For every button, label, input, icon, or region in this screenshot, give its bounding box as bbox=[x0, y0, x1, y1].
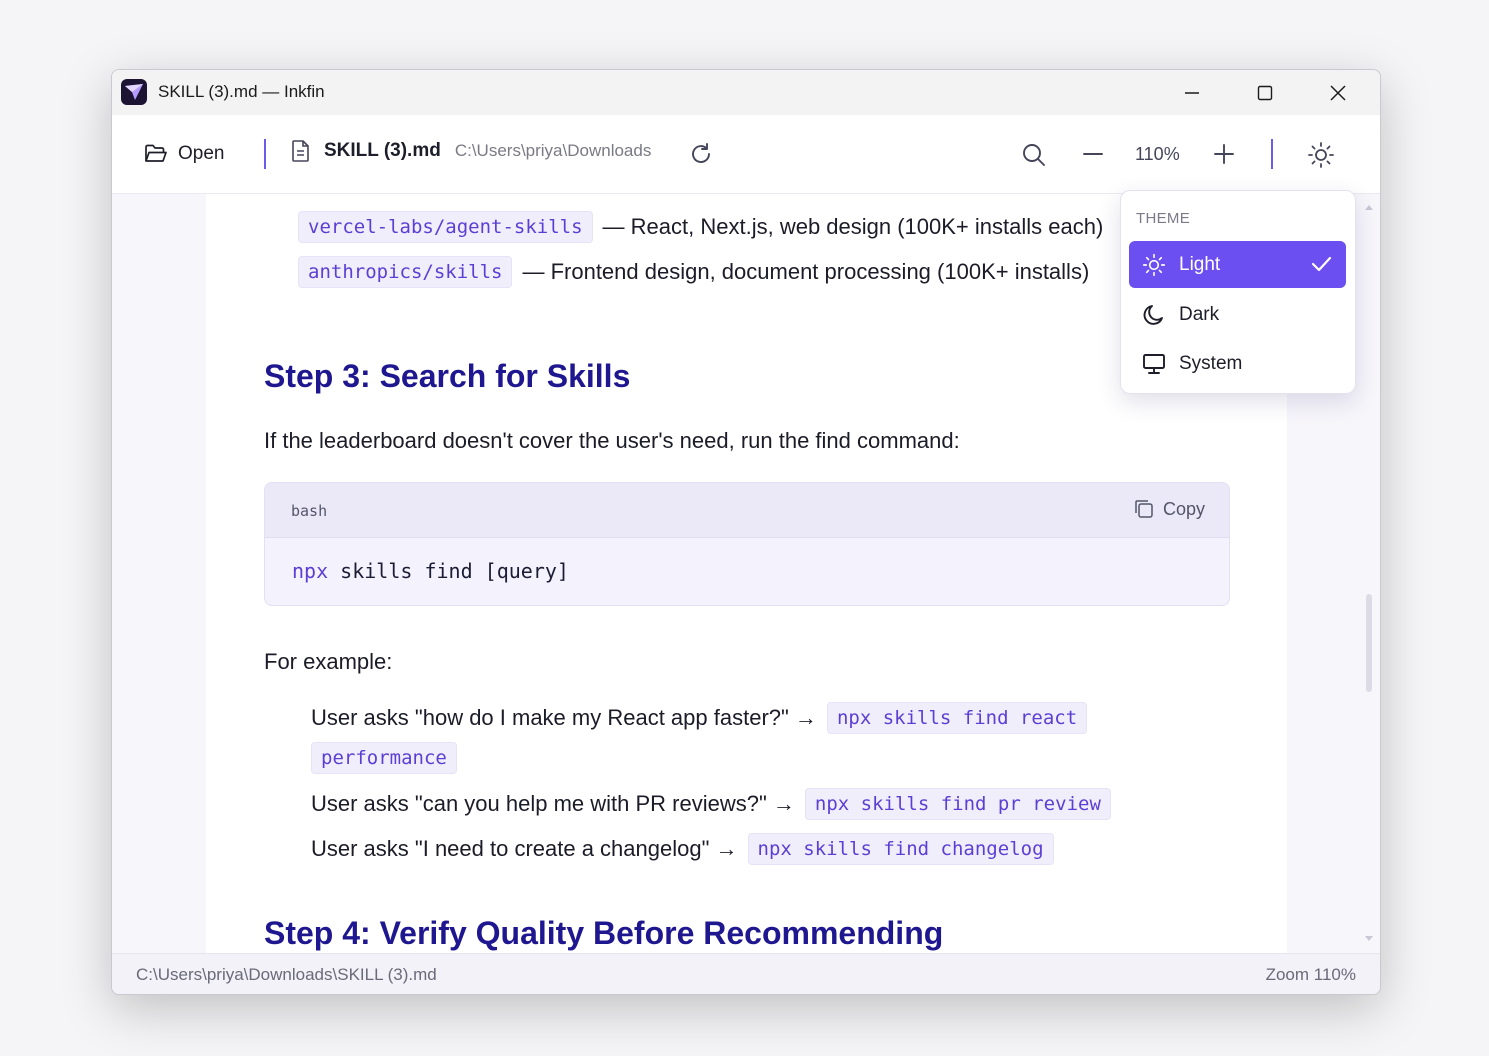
maximize-button[interactable] bbox=[1229, 70, 1301, 115]
inline-code: npx skills find react bbox=[826, 702, 1088, 734]
theme-option-label: Light bbox=[1179, 253, 1221, 275]
scroll-up-arrow[interactable] bbox=[1364, 198, 1374, 216]
maximize-icon bbox=[1257, 85, 1273, 100]
copy-icon bbox=[1135, 500, 1153, 518]
copy-button[interactable]: Copy bbox=[1133, 498, 1205, 520]
list-item-text: — Frontend design, document processing (… bbox=[522, 259, 1090, 284]
code-block-header: bash Copy bbox=[265, 483, 1229, 538]
check-icon bbox=[1311, 256, 1332, 272]
paragraph: For example: bbox=[264, 649, 393, 674]
triangle-down-icon bbox=[1365, 936, 1373, 941]
inline-code: vercel-labs/agent-skills bbox=[298, 211, 593, 243]
app-window: SKILL (3).md — Inkfin Open SKILL (3).md … bbox=[111, 69, 1381, 995]
folder-open-icon bbox=[145, 144, 167, 162]
list-item: User asks "can you help me with PR revie… bbox=[311, 788, 1111, 820]
zoom-in-button[interactable] bbox=[1212, 142, 1236, 166]
document-name: SKILL (3).md bbox=[324, 140, 441, 161]
moon-icon bbox=[1141, 302, 1167, 328]
list-item: User asks "how do I make my React app fa… bbox=[311, 702, 1088, 734]
title-bar: SKILL (3).md — Inkfin bbox=[112, 70, 1380, 115]
paragraph: If the leaderboard doesn't cover the use… bbox=[264, 428, 960, 453]
theme-option-light[interactable]: Light bbox=[1129, 241, 1346, 288]
toolbar-divider bbox=[264, 139, 266, 169]
zoom-level: 110% bbox=[1135, 144, 1180, 164]
window-title: SKILL (3).md — Inkfin bbox=[158, 82, 325, 101]
toolbar-divider bbox=[1271, 139, 1273, 169]
theme-menu: THEME Light Dark System bbox=[1120, 190, 1356, 394]
minimize-icon bbox=[1185, 91, 1199, 94]
plus-icon bbox=[1214, 144, 1234, 164]
toolbar: Open SKILL (3).md C:\Users\priya\Downloa… bbox=[112, 115, 1380, 194]
search-icon bbox=[1023, 144, 1045, 166]
theme-option-system[interactable]: System bbox=[1129, 340, 1346, 387]
inline-code: npx skills find pr review bbox=[804, 788, 1111, 820]
triangle-up-icon bbox=[1365, 205, 1373, 210]
zoom-out-button[interactable] bbox=[1081, 142, 1105, 166]
status-bar: C:\Users\priya\Downloads\SKILL (3).md Zo… bbox=[112, 953, 1380, 994]
inline-code: npx skills find changelog bbox=[747, 833, 1054, 865]
open-button[interactable]: Open bbox=[144, 138, 224, 170]
sun-icon bbox=[1141, 252, 1167, 278]
reload-icon bbox=[692, 143, 710, 163]
document-path: C:\Users\priya\Downloads bbox=[454, 141, 652, 160]
scrollbar-thumb[interactable] bbox=[1366, 594, 1372, 692]
copy-label: Copy bbox=[1162, 498, 1205, 519]
section-heading: Step 3: Search for Skills bbox=[264, 358, 631, 394]
list-item: anthropics/skills — Frontend design, doc… bbox=[298, 256, 1089, 288]
close-icon bbox=[1330, 84, 1346, 101]
status-zoom: Zoom 110% bbox=[1265, 965, 1356, 984]
list-item: vercel-labs/agent-skills — React, Next.j… bbox=[298, 211, 1103, 243]
code-content: npx skills find [query] bbox=[292, 559, 569, 583]
minimize-button[interactable] bbox=[1156, 70, 1228, 115]
minus-icon bbox=[1083, 153, 1103, 155]
sun-icon bbox=[1308, 142, 1334, 168]
list-item-text: User asks "can you help me with PR revie… bbox=[311, 791, 795, 816]
list-item: User asks "I need to create a changelog"… bbox=[311, 833, 1054, 865]
document-info: SKILL (3).md C:\Users\priya\Downloads bbox=[290, 139, 651, 163]
code-block: bash Copy npx skills find [query] bbox=[264, 482, 1230, 606]
inline-code: anthropics/skills bbox=[298, 256, 513, 288]
status-file-path: C:\Users\priya\Downloads\SKILL (3).md bbox=[136, 965, 437, 984]
code-args: skills find [query] bbox=[328, 559, 569, 583]
code-command: npx bbox=[292, 559, 329, 583]
search-button[interactable] bbox=[1021, 142, 1047, 168]
theme-menu-header: THEME bbox=[1136, 210, 1190, 227]
section-heading: Step 4: Verify Quality Before Recommendi… bbox=[264, 915, 944, 951]
document-icon bbox=[292, 140, 309, 162]
scroll-down-arrow[interactable] bbox=[1364, 930, 1374, 948]
code-language: bash bbox=[291, 502, 328, 520]
reload-button[interactable] bbox=[688, 141, 714, 167]
list-item-text: — React, Next.js, web design (100K+ inst… bbox=[602, 214, 1104, 239]
theme-option-label: System bbox=[1179, 352, 1243, 374]
theme-option-label: Dark bbox=[1179, 303, 1220, 325]
theme-option-dark[interactable]: Dark bbox=[1129, 291, 1346, 338]
inline-code: performance bbox=[311, 742, 457, 774]
monitor-icon bbox=[1141, 351, 1167, 377]
list-item-continuation: performance bbox=[311, 742, 457, 774]
list-item-text: User asks "how do I make my React app fa… bbox=[311, 705, 817, 730]
list-item-text: User asks "I need to create a changelog"… bbox=[311, 836, 738, 861]
theme-button[interactable] bbox=[1307, 141, 1335, 169]
open-label: Open bbox=[178, 143, 225, 164]
close-button[interactable] bbox=[1302, 70, 1374, 115]
app-logo-icon bbox=[121, 79, 147, 105]
